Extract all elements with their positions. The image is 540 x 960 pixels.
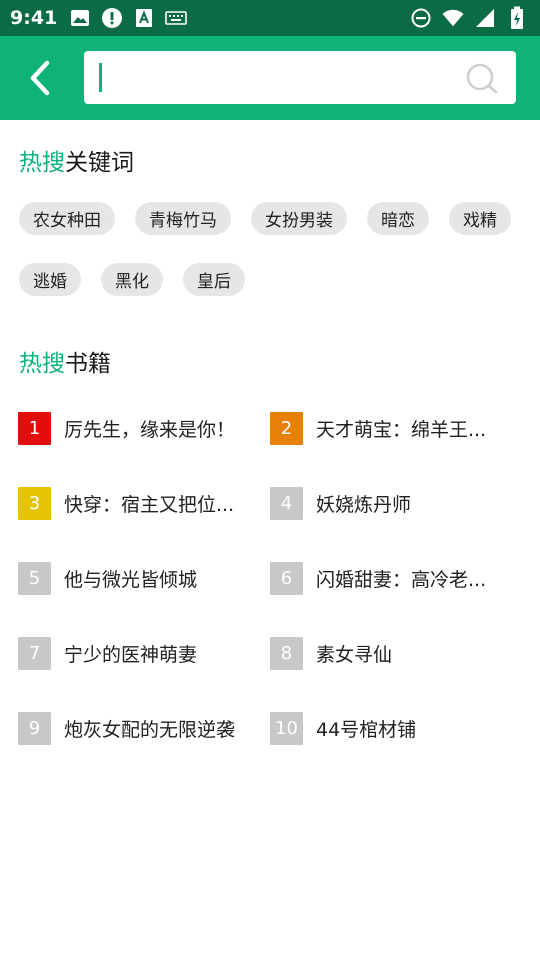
rank-badge: 6 — [270, 561, 303, 595]
hot-keywords-title-rest: 关键词 — [65, 150, 134, 176]
rank-badge: 3 — [18, 486, 51, 520]
hot-books-title-rest: 书籍 — [65, 351, 111, 377]
signal-icon — [474, 7, 496, 29]
book-title: 闪婚甜妻：高冷老... — [316, 568, 487, 591]
image-icon — [69, 7, 91, 29]
rank-badge: 4 — [270, 486, 303, 520]
book-item[interactable]: 3 快穿：宿主又把位... — [18, 486, 234, 520]
rank-badge: 2 — [270, 411, 303, 445]
search-icon[interactable] — [464, 61, 500, 97]
book-item[interactable]: 9 炮灰女配的无限逆袭 — [18, 711, 235, 745]
book-item[interactable]: 6 闪婚甜妻：高冷老... — [270, 561, 486, 595]
keyword-chip[interactable]: 黑化 — [101, 263, 163, 296]
book-title: 44号棺材铺 — [316, 718, 417, 741]
book-item[interactable]: 4 妖娆炼丹师 — [270, 486, 411, 520]
text-icon — [133, 7, 155, 29]
book-item[interactable]: 1 厉先生，缘来是你！ — [18, 411, 235, 445]
hot-books-title-accent: 热搜 — [19, 351, 65, 377]
rank-badge: 5 — [18, 561, 51, 595]
search-input[interactable] — [98, 59, 448, 96]
app-header — [0, 36, 540, 120]
rank-badge: 10 — [270, 711, 303, 745]
keyword-chip[interactable]: 皇后 — [183, 263, 245, 296]
rank-badge: 1 — [18, 411, 51, 445]
rank-badge: 7 — [18, 636, 51, 670]
keyword-chip[interactable]: 农女种田 — [19, 202, 115, 235]
status-right-icons — [410, 6, 528, 29]
hot-books-title: 热搜书籍 — [19, 344, 111, 378]
book-title: 宁少的医神萌妻 — [64, 643, 198, 666]
hot-keywords-title-accent: 热搜 — [19, 150, 65, 176]
book-title: 炮灰女配的无限逆袭 — [64, 718, 236, 741]
wifi-icon — [442, 7, 464, 29]
rank-badge: 9 — [18, 711, 51, 745]
book-item[interactable]: 7 宁少的医神萌妻 — [18, 636, 197, 670]
keyword-chip[interactable]: 女扮男装 — [251, 202, 347, 235]
book-item[interactable]: 2 天才萌宝：绵羊王... — [270, 411, 486, 445]
rank-badge: 8 — [270, 636, 303, 670]
book-title: 他与微光皆倾城 — [64, 568, 198, 591]
book-title: 素女寻仙 — [316, 643, 393, 666]
keyword-chip[interactable]: 青梅竹马 — [135, 202, 231, 235]
keyboard-icon — [165, 7, 188, 29]
book-title: 厉先生，缘来是你！ — [64, 418, 236, 441]
search-box[interactable] — [84, 51, 516, 104]
book-title: 妖娆炼丹师 — [316, 493, 412, 516]
book-item[interactable]: 5 他与微光皆倾城 — [18, 561, 197, 595]
status-bar: 9:41 — [0, 0, 540, 36]
status-left-icons — [69, 7, 188, 29]
status-time: 9:41 — [10, 7, 58, 29]
book-item[interactable]: 8 素女寻仙 — [270, 636, 392, 670]
hot-keywords-title: 热搜关键词 — [19, 143, 134, 177]
book-title: 快穿：宿主又把位... — [64, 493, 235, 516]
battery-charging-icon — [506, 6, 528, 29]
do-not-disturb-icon — [410, 7, 432, 29]
book-title: 天才萌宝：绵羊王... — [316, 418, 487, 441]
keyword-chip[interactable]: 戏精 — [449, 202, 511, 235]
text-caret — [99, 63, 102, 92]
keyword-chip[interactable]: 暗恋 — [367, 202, 429, 235]
alert-icon — [101, 7, 123, 29]
chevron-left-icon — [30, 60, 50, 96]
keyword-chip[interactable]: 逃婚 — [19, 263, 81, 296]
back-button[interactable] — [18, 58, 62, 98]
book-item[interactable]: 10 44号棺材铺 — [270, 711, 416, 745]
